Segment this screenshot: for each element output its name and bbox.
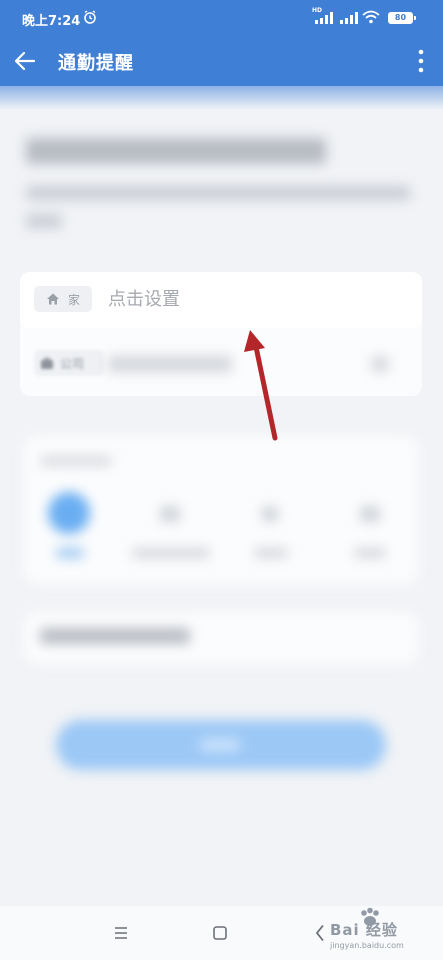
home-address-placeholder[interactable]: 点击设置: [108, 285, 180, 311]
signal-icon: [315, 12, 333, 24]
blurred-mode-icon: [160, 506, 180, 522]
annotation-arrow-icon: [244, 330, 278, 441]
blurred-mode-label: [254, 548, 288, 558]
page-title: 通勤提醒: [58, 53, 134, 74]
status-time: 晚上7:24: [22, 14, 81, 29]
company-edit-icon: [372, 356, 388, 372]
blurred-mode-label: [56, 548, 84, 558]
blurred-mode-label: [132, 548, 210, 558]
company-tag-label: 公司: [60, 357, 85, 371]
blurred-button-text: [200, 738, 240, 752]
nav-back-icon[interactable]: [315, 924, 325, 942]
wifi-icon: [362, 10, 380, 24]
home-address-row[interactable]: 家 点击设置: [20, 272, 422, 328]
alarm-clock-icon: [84, 10, 96, 24]
blurred-mode-icon: [360, 506, 380, 522]
blurred-description: [26, 214, 62, 228]
home-tag-label: 家: [68, 293, 81, 307]
blurred-mode-label: [354, 548, 386, 558]
status-bar: 晚上7:24 HD 80: [0, 0, 443, 38]
battery-indicator: 80: [388, 12, 416, 24]
home-button-icon[interactable]: [213, 926, 227, 940]
blurred-mode-selected: [48, 492, 90, 534]
watermark: Bai 经验 jingyan.baidu.com: [330, 905, 442, 957]
app-bar-shadow: [0, 86, 443, 110]
blurred-heading: [26, 138, 326, 164]
home-tag: 家: [34, 286, 92, 312]
blurred-mode-icon: [262, 506, 278, 522]
watermark-url: jingyan.baidu.com: [330, 941, 404, 950]
recent-apps-icon[interactable]: [114, 926, 128, 940]
blurred-time-text: [40, 628, 190, 644]
home-icon: [47, 293, 59, 305]
watermark-brand: Bai 经验: [330, 921, 398, 939]
address-card: 家 点击设置 公司: [20, 272, 422, 396]
company-tag: 公司: [34, 350, 104, 376]
more-vertical-icon[interactable]: [417, 47, 425, 75]
company-address-text: [108, 356, 232, 372]
back-arrow-icon[interactable]: [12, 48, 38, 74]
app-bar: 通勤提醒: [0, 38, 443, 86]
blurred-card-label: [40, 456, 112, 466]
blurred-description: [26, 186, 410, 200]
signal-icon: [340, 12, 358, 24]
briefcase-icon: [41, 357, 53, 369]
